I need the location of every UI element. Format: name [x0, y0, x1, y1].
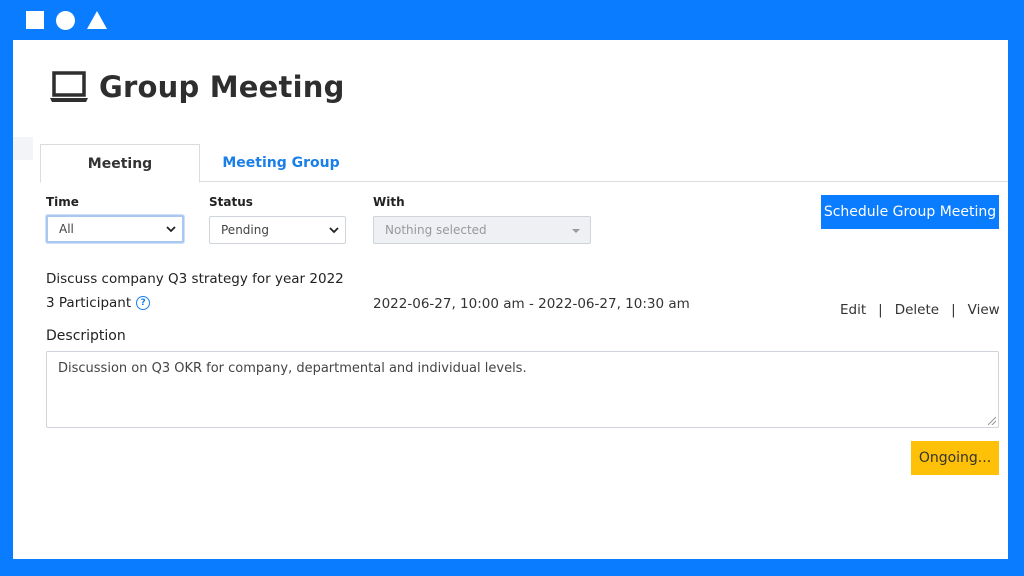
participants: 3 Participant ?: [46, 295, 151, 311]
separator: |: [951, 302, 956, 318]
with-filter-label: With: [373, 195, 405, 209]
status-select[interactable]: Pending: [209, 216, 346, 244]
question-icon[interactable]: ?: [136, 296, 151, 310]
page-title: Group Meeting: [99, 70, 345, 104]
time-select-value: All: [59, 222, 74, 236]
laptop-icon: [49, 71, 89, 103]
frame-logo-shapes: [0, 0, 116, 40]
meeting-actions: Edit | Delete | View: [840, 302, 1000, 318]
status-filter-label: Status: [209, 195, 253, 209]
edit-link[interactable]: Edit: [840, 302, 866, 318]
time-select[interactable]: All: [46, 215, 184, 243]
description-label: Description: [46, 328, 126, 344]
time-filter-label: Time: [46, 195, 79, 209]
schedule-group-meeting-button[interactable]: Schedule Group Meeting: [821, 195, 999, 229]
chevron-down-icon: [329, 223, 339, 237]
tab-meeting-group[interactable]: Meeting Group: [200, 144, 362, 182]
view-link[interactable]: View: [968, 302, 1000, 318]
meeting-time-range: 2022-06-27, 10:00 am - 2022-06-27, 10:30…: [373, 296, 690, 312]
description-text: Discussion on Q3 OKR for company, depart…: [58, 361, 527, 376]
delete-link[interactable]: Delete: [895, 302, 939, 318]
resize-handle[interactable]: [988, 417, 996, 425]
caret-down-icon: [572, 229, 580, 233]
description-textarea[interactable]: Discussion on Q3 OKR for company, depart…: [46, 351, 999, 428]
ongoing-button[interactable]: Ongoing...: [911, 441, 999, 475]
meeting-title: Discuss company Q3 strategy for year 202…: [46, 271, 344, 287]
tab-bar: Meeting Meeting Group: [40, 144, 1008, 183]
circle-icon: [56, 10, 75, 30]
with-select[interactable]: Nothing selected: [373, 216, 591, 244]
main-panel: Group Meeting Meeting Meeting Group Time…: [13, 40, 1008, 559]
participants-count: 3 Participant: [46, 295, 132, 311]
status-select-value: Pending: [221, 223, 269, 237]
page-header: Group Meeting: [49, 70, 345, 104]
tab-meeting[interactable]: Meeting: [40, 144, 200, 183]
chevron-down-icon: [166, 222, 176, 236]
separator: |: [878, 302, 883, 318]
with-select-placeholder: Nothing selected: [385, 223, 487, 237]
square-icon: [26, 11, 44, 29]
triangle-icon: [87, 11, 107, 29]
left-marker: [13, 137, 33, 160]
